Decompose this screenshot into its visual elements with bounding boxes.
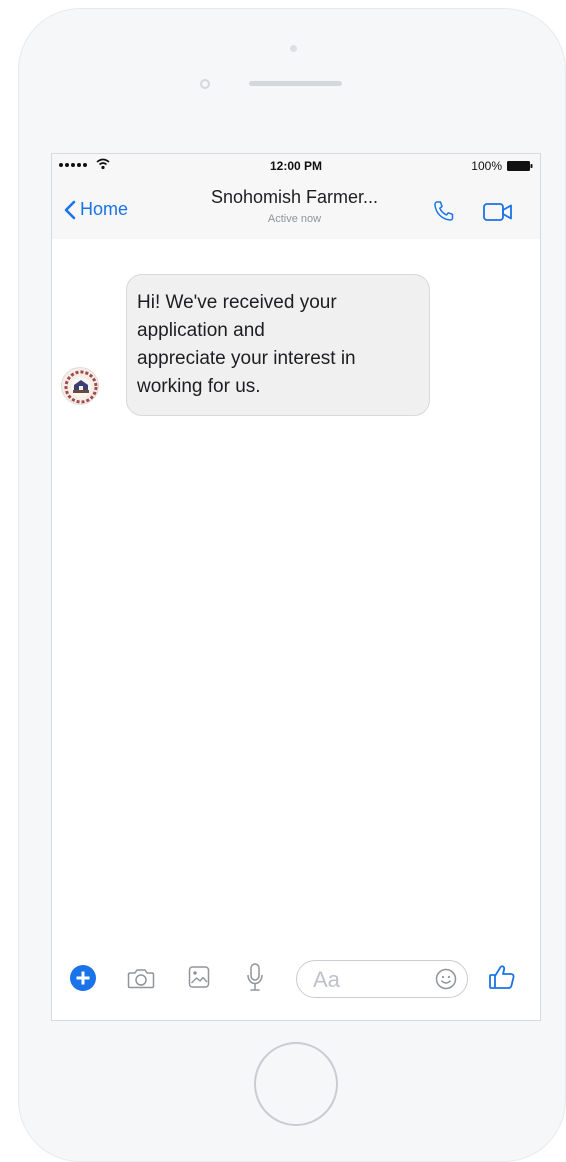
back-label: Home [80,199,129,219]
message-composer: Aa [52,950,540,1020]
battery-icon [507,161,533,171]
camera-icon[interactable] [127,966,155,990]
front-camera [290,45,297,52]
message-bubble[interactable]: Hi! We've received your application and … [126,274,430,416]
phone-call-icon[interactable] [432,199,456,223]
message-line: Hi! We've received your [137,292,337,313]
back-button[interactable]: Home [64,199,128,220]
status-bar: 12:00 PM 100% [52,154,540,176]
proximity-sensor [200,79,210,89]
home-button[interactable] [254,1042,338,1126]
status-time: 12:00 PM [269,159,323,173]
message-input[interactable]: Aa [296,960,468,998]
sender-avatar[interactable] [61,367,99,405]
image-icon[interactable] [188,965,210,989]
message-line: working for us. [137,376,261,397]
earpiece-speaker [249,81,342,86]
plus-icon[interactable] [70,965,96,991]
messenger-screen: 12:00 PM 100% Home Snohomish Farmer... A… [51,153,541,1021]
presence-status: Active now [267,213,322,225]
video-call-icon[interactable] [483,202,513,222]
chevron-left-icon [64,200,76,219]
emoji-icon[interactable] [435,968,457,990]
message-line: application and [137,320,265,341]
microphone-icon[interactable] [246,962,264,994]
farm-logo-image [64,370,98,404]
message-line: appreciate your interest in [137,348,356,369]
message-input-placeholder: Aa [313,967,340,992]
conversation-title[interactable]: Snohomish Farmer... [172,187,417,208]
thumbs-up-icon[interactable] [487,962,517,992]
navigation-header: 12:00 PM 100% Home Snohomish Farmer... A… [52,154,540,239]
battery-percentage: 100% [471,159,502,173]
